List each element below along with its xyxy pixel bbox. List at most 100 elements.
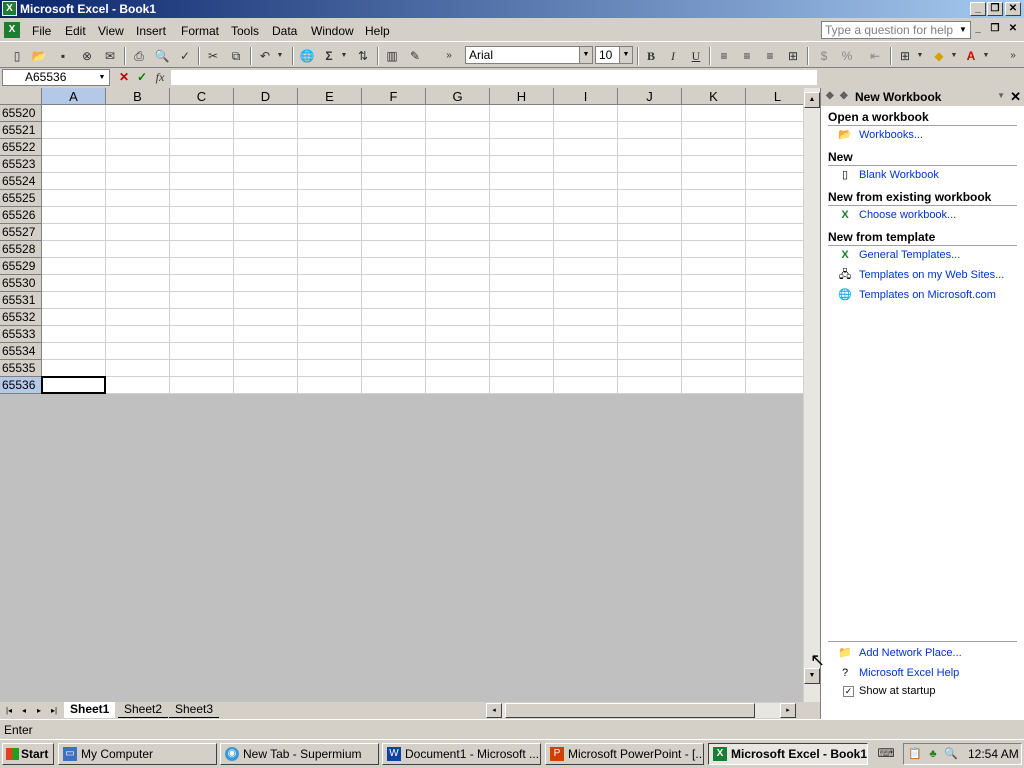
link-workbooks[interactable]: Workbooks... <box>859 129 923 141</box>
cell[interactable] <box>426 105 490 122</box>
cell[interactable] <box>42 156 106 173</box>
cell[interactable] <box>298 326 362 343</box>
cell[interactable] <box>554 292 618 309</box>
cell[interactable] <box>362 122 426 139</box>
fill-color-dropdown-icon[interactable]: ▼ <box>948 47 960 65</box>
cell[interactable] <box>362 360 426 377</box>
dropdown-arrow-icon[interactable]: ▼ <box>579 47 592 63</box>
cell[interactable] <box>682 275 746 292</box>
cell[interactable] <box>554 241 618 258</box>
cell[interactable] <box>170 224 234 241</box>
row-header[interactable]: 65529 <box>0 258 42 275</box>
cell[interactable] <box>170 377 234 394</box>
cell[interactable] <box>490 258 554 275</box>
first-sheet-icon[interactable]: |◂ <box>2 704 16 717</box>
cell[interactable] <box>106 105 170 122</box>
cell[interactable] <box>234 241 298 258</box>
row-header[interactable]: 65520 <box>0 105 42 122</box>
cell[interactable] <box>298 360 362 377</box>
worksheet-grid[interactable]: A B C D E F G H I J K L 65520 65521 65522 65523 65524 655… <box>0 88 803 394</box>
cell[interactable] <box>746 292 803 309</box>
bold-icon[interactable]: B <box>642 47 660 65</box>
cell[interactable] <box>490 360 554 377</box>
cell[interactable] <box>170 105 234 122</box>
row-header[interactable]: 65523 <box>0 156 42 173</box>
cell[interactable] <box>490 139 554 156</box>
cell[interactable] <box>746 309 803 326</box>
scroll-left-icon[interactable]: ◂ <box>486 703 502 718</box>
cell[interactable] <box>42 173 106 190</box>
cell[interactable] <box>426 241 490 258</box>
forward-icon[interactable]: ◆ <box>840 90 848 101</box>
cell[interactable] <box>426 224 490 241</box>
link-excel-help[interactable]: Microsoft Excel Help <box>859 667 959 679</box>
cell[interactable] <box>554 122 618 139</box>
cell[interactable] <box>682 224 746 241</box>
cell[interactable] <box>42 360 106 377</box>
cell[interactable] <box>234 258 298 275</box>
cell[interactable] <box>234 190 298 207</box>
column-header[interactable]: E <box>298 88 362 105</box>
cell[interactable] <box>426 207 490 224</box>
cell[interactable] <box>298 156 362 173</box>
cell[interactable] <box>746 105 803 122</box>
menu-window[interactable]: Window <box>311 24 354 38</box>
keyboard-icon[interactable]: ⌨ <box>877 744 895 762</box>
decrease-indent-icon[interactable]: ⇤ <box>866 47 884 65</box>
cell[interactable] <box>682 258 746 275</box>
cell[interactable] <box>426 156 490 173</box>
cell[interactable] <box>234 360 298 377</box>
horizontal-scrollbar[interactable]: ◂ ▸ <box>486 703 796 718</box>
sheet-tab-1[interactable]: Sheet1 <box>64 702 116 718</box>
link-microsoft-templates[interactable]: Templates on Microsoft.com <box>859 289 996 301</box>
percent-icon[interactable]: % <box>838 47 856 65</box>
link-choose-workbook[interactable]: Choose workbook... <box>859 209 956 221</box>
cell[interactable] <box>362 326 426 343</box>
cell[interactable] <box>106 224 170 241</box>
row-header[interactable]: 65527 <box>0 224 42 241</box>
show-at-startup-checkbox[interactable]: ✓ <box>843 686 854 697</box>
cell[interactable] <box>106 241 170 258</box>
column-header[interactable]: I <box>554 88 618 105</box>
menu-file[interactable]: File <box>32 24 51 38</box>
cell[interactable] <box>618 258 682 275</box>
cell[interactable] <box>170 275 234 292</box>
column-header[interactable]: A <box>42 88 106 105</box>
cell[interactable] <box>618 105 682 122</box>
cell[interactable] <box>170 309 234 326</box>
cell[interactable] <box>490 190 554 207</box>
cancel-icon[interactable]: ✕ <box>115 68 133 86</box>
align-right-icon[interactable]: ≡ <box>761 47 779 65</box>
cell[interactable] <box>618 224 682 241</box>
cell[interactable] <box>682 190 746 207</box>
row-header[interactable]: 65534 <box>0 343 42 360</box>
cell[interactable] <box>682 292 746 309</box>
link-add-network-place[interactable]: Add Network Place... <box>859 647 962 659</box>
prev-sheet-icon[interactable]: ◂ <box>17 704 31 717</box>
font-size-select[interactable]: 10 ▼ <box>595 46 633 64</box>
cell[interactable] <box>554 207 618 224</box>
cell[interactable] <box>746 173 803 190</box>
cell[interactable] <box>106 258 170 275</box>
cell[interactable] <box>490 343 554 360</box>
cell[interactable] <box>298 241 362 258</box>
cell[interactable] <box>234 207 298 224</box>
menu-insert[interactable]: Insert <box>136 24 166 38</box>
column-header[interactable]: K <box>682 88 746 105</box>
scroll-thumb[interactable] <box>505 703 755 718</box>
cell[interactable] <box>362 343 426 360</box>
link-web-templates[interactable]: Templates on my Web Sites... <box>859 269 1004 281</box>
font-color-icon[interactable]: A <box>962 47 980 65</box>
cell[interactable] <box>746 241 803 258</box>
cell[interactable] <box>234 377 298 394</box>
cell[interactable] <box>298 224 362 241</box>
underline-icon[interactable]: U <box>687 47 705 65</box>
row-header[interactable]: 65528 <box>0 241 42 258</box>
cell[interactable] <box>746 156 803 173</box>
sort-ascending-icon[interactable]: ⇅ <box>354 47 372 65</box>
cell[interactable] <box>106 309 170 326</box>
cell[interactable] <box>42 343 106 360</box>
cell[interactable] <box>426 360 490 377</box>
task-my-computer[interactable]: ▭ My Computer <box>58 743 217 765</box>
cell[interactable] <box>298 207 362 224</box>
